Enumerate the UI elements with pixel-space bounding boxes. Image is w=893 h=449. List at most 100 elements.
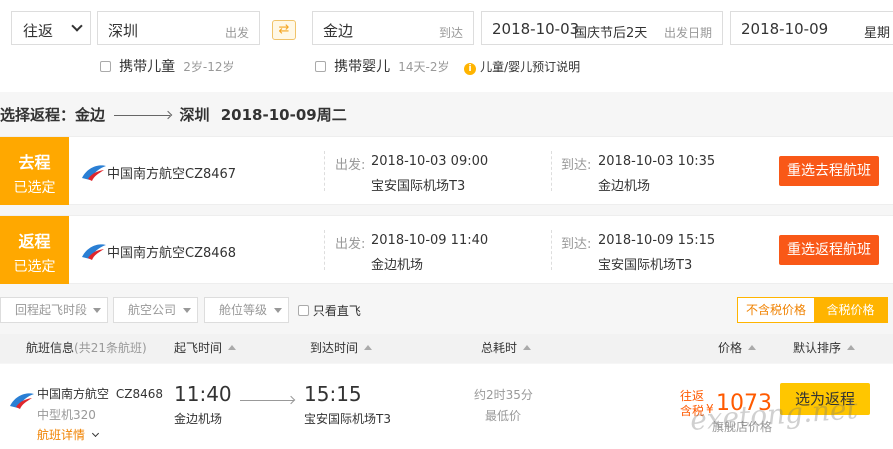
direct-only-checkbox[interactable] xyxy=(298,305,309,316)
from-city-value: 深圳 xyxy=(108,22,139,40)
row-depart-airport: 金边机场 xyxy=(174,412,223,426)
infant-option[interactable]: 携带婴儿 14天-2岁 xyxy=(315,56,450,76)
col-duration-label: 总耗时 xyxy=(481,341,518,355)
return-date-value: 2018-10-09 xyxy=(741,20,829,38)
inbound-arrive-airport: 宝安国际机场T3 xyxy=(598,258,693,273)
sort-up-icon xyxy=(364,345,373,350)
row-aircraft: 中型机320 xyxy=(37,408,96,422)
trip-type-value: 往返 xyxy=(23,22,54,40)
depart-date-value: 2018-10-03 xyxy=(492,20,580,38)
return-time-filter-label: 回程起飞时段 xyxy=(15,303,88,317)
inbound-depart-airport: 金边机场 xyxy=(371,258,424,273)
reselect-outbound-button[interactable]: 重选去程航班 xyxy=(779,156,879,186)
row-airline: 中国南方航空 CZ8468 xyxy=(37,385,163,402)
inbound-tag: 返程 已选定 xyxy=(0,216,69,284)
row-duration-note: 最低价 xyxy=(485,409,522,423)
results-header: 航班信息(共21条航班) 起飞时间 到达时间 总耗时 价格 默认排序 xyxy=(0,334,893,363)
row-depart-time: 11:40 xyxy=(174,382,232,406)
row-arrive-time: 15:15 xyxy=(304,382,362,406)
caret-down-icon xyxy=(183,308,191,313)
child-label: 携带儿童 xyxy=(119,59,176,75)
trip-type-select[interactable]: 往返 xyxy=(11,11,91,45)
inbound-airline: 中国南方航空CZ8468 xyxy=(107,242,236,261)
selection-prefix: 选择返程： xyxy=(0,106,76,124)
sort-up-icon xyxy=(228,345,237,350)
selection-date: 2018-10-09周二 xyxy=(220,106,347,124)
swap-cities-button[interactable]: ⇄ xyxy=(272,20,296,40)
child-age: 2岁-12岁 xyxy=(183,60,235,74)
col-arrive-time[interactable]: 到达时间 xyxy=(310,334,373,363)
from-city-input[interactable]: 深圳 出发 xyxy=(97,11,260,45)
outbound-arrive-airport: 金边机场 xyxy=(598,179,651,194)
info-icon: i xyxy=(464,63,476,75)
col-flight-count: (共21条航班) xyxy=(74,341,147,355)
depart-date-hint: 出发日期 xyxy=(663,26,712,40)
outbound-depart-label: 出发: xyxy=(335,158,366,173)
col-flight-info: 航班信息(共21条航班) xyxy=(26,334,147,363)
price-excl-tax-tab[interactable]: 不含税价格 xyxy=(738,298,814,322)
booking-note-link[interactable]: i 儿童/婴儿预订说明 xyxy=(464,58,580,75)
cabin-filter[interactable]: 舱位等级 xyxy=(204,297,289,323)
sort-up-icon xyxy=(523,345,532,350)
outbound-tag-sub: 已选定 xyxy=(13,180,56,196)
col-duration[interactable]: 总耗时 xyxy=(481,334,532,363)
infant-checkbox[interactable] xyxy=(315,61,326,72)
sort-up-icon xyxy=(748,345,757,350)
outbound-card: 去程 已选定 中国南方航空CZ8467 出发: 2018-10-03 09:00… xyxy=(0,136,893,205)
outbound-flight-no: CZ8467 xyxy=(185,167,237,182)
caret-down-icon xyxy=(93,308,101,313)
inbound-arrive-label: 到达: xyxy=(561,237,592,252)
row-details-label: 航班详情 xyxy=(37,428,86,442)
selection-title: 选择返程：金边 深圳 2018-10-09周二 xyxy=(0,104,347,125)
outbound-tag-title: 去程 xyxy=(18,153,51,172)
airline-filter[interactable]: 航空公司 xyxy=(113,297,198,323)
reselect-inbound-button[interactable]: 重选返程航班 xyxy=(779,235,879,265)
col-sort[interactable]: 默认排序 xyxy=(793,334,856,363)
col-depart-time[interactable]: 起飞时间 xyxy=(174,334,237,363)
inbound-tag-sub: 已选定 xyxy=(13,259,56,275)
child-option[interactable]: 携带儿童 2岁-12岁 xyxy=(100,56,235,76)
sort-up-icon xyxy=(847,345,856,350)
direct-only-label: 只看直飞 xyxy=(312,304,361,318)
col-price[interactable]: 价格 xyxy=(718,334,757,363)
table-row: 中国南方航空 CZ8468 中型机320 航班详情 11:40 金边机场 15:… xyxy=(0,364,893,449)
outbound-divider-1 xyxy=(324,151,325,191)
col-flight-info-label: 航班信息 xyxy=(26,341,75,355)
return-date-weekday: 星期 xyxy=(864,26,891,41)
price-toggle: 不含税价格 含税价格 xyxy=(737,297,888,323)
inbound-arrive-time: 2018-10-09 15:15 xyxy=(598,233,716,248)
col-arrive-time-label: 到达时间 xyxy=(310,341,359,355)
outbound-divider-2 xyxy=(551,151,552,191)
outbound-airline: 中国南方航空CZ8467 xyxy=(107,163,236,182)
route-arrow-icon xyxy=(114,110,173,120)
caret-down-icon xyxy=(274,308,282,313)
airline-filter-label: 航空公司 xyxy=(128,303,177,317)
row-details-link[interactable]: 航班详情 xyxy=(37,426,99,443)
depart-date-note: 国庆节后2天 xyxy=(574,26,648,41)
route-arrow-icon xyxy=(240,395,296,405)
inbound-card: 返程 已选定 中国南方航空CZ8468 出发: 2018-10-09 11:40… xyxy=(0,215,893,284)
watermark: exetong.net xyxy=(689,392,859,437)
outbound-depart-time: 2018-10-03 09:00 xyxy=(371,154,489,169)
to-city-input[interactable]: 金边 到达 xyxy=(312,11,474,45)
return-time-filter[interactable]: 回程起飞时段 xyxy=(0,297,108,323)
row-arrive-airport: 宝安国际机场T3 xyxy=(304,412,391,426)
return-date-input[interactable]: 2018-10-09 星期 xyxy=(730,11,893,45)
chevron-down-icon xyxy=(91,429,99,438)
outbound-arrive-time: 2018-10-03 10:35 xyxy=(598,154,716,169)
outbound-arrive-label: 到达: xyxy=(561,158,592,173)
direct-only-filter[interactable]: 只看直飞 xyxy=(298,302,361,319)
selection-to: 深圳 xyxy=(179,106,210,124)
price-incl-tax-tab[interactable]: 含税价格 xyxy=(814,298,887,322)
from-hint: 出发 xyxy=(224,26,249,40)
outbound-airline-name: 中国南方航空 xyxy=(107,167,186,182)
outbound-depart-airport: 宝安国际机场T3 xyxy=(371,179,466,194)
child-checkbox[interactable] xyxy=(100,61,111,72)
outbound-tag: 去程 已选定 xyxy=(0,137,69,205)
row-airline-name: 中国南方航空 xyxy=(37,387,110,401)
depart-date-input[interactable]: 2018-10-03 国庆节后2天 出发日期 xyxy=(481,11,723,45)
col-sort-label: 默认排序 xyxy=(793,341,842,355)
infant-age: 14天-2岁 xyxy=(398,60,450,74)
chevron-down-icon xyxy=(71,20,83,32)
to-hint: 到达 xyxy=(438,26,463,40)
